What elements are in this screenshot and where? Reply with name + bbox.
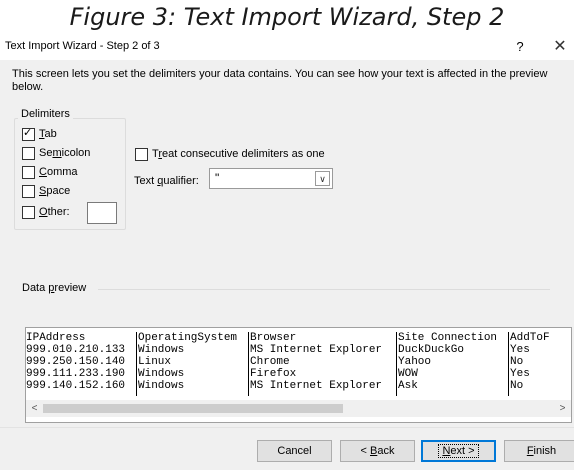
data-preview-divider — [98, 289, 550, 290]
treat-consecutive-checkbox-box[interactable] — [135, 147, 148, 161]
column-break-line[interactable] — [508, 332, 509, 396]
preview-cell: Windows — [138, 368, 185, 380]
text-qualifier-select[interactable]: " ∨ — [209, 168, 333, 189]
text-qualifier-value: " — [215, 171, 220, 185]
delimiters-group-label: Delimiters — [18, 108, 73, 120]
preview-cell: MS Internet Explorer — [250, 344, 383, 356]
text-import-wizard-dialog: Text Import Wizard - Step 2 of 3 ? ✕ Thi… — [0, 34, 574, 470]
preview-cell: MS Internet Explorer — [250, 380, 383, 392]
space-checkbox[interactable]: Space — [22, 183, 70, 199]
preview-cell: IPAddress — [26, 332, 86, 344]
preview-cell: WOW — [398, 368, 418, 380]
preview-cell: AddToF — [510, 332, 550, 344]
semicolon-checkbox[interactable]: Semicolon — [22, 145, 90, 161]
preview-cell: Chrome — [250, 356, 290, 368]
checkmark-icon: ✓ — [23, 125, 33, 139]
semicolon-checkbox-label: Semicolon — [39, 147, 91, 159]
comma-checkbox[interactable]: Comma — [22, 164, 78, 180]
preview-cell: Linux — [138, 356, 172, 368]
scroll-left-icon[interactable]: < — [26, 400, 43, 417]
comma-checkbox-label: Comma — [39, 166, 78, 178]
other-checkbox[interactable]: Other: — [22, 204, 70, 220]
column-break-line[interactable] — [248, 332, 249, 396]
next-button-label: Next > — [438, 444, 479, 458]
other-delimiter-input[interactable] — [87, 202, 117, 224]
preview-cell: No — [510, 356, 524, 368]
figure-caption: Figure 3: Text Import Wizard, Step 2 — [69, 3, 505, 31]
preview-cell: 999.140.152.160 — [26, 380, 126, 392]
text-qualifier-label: Text qualifier: — [134, 175, 199, 187]
preview-cell: 999.010.210.133 — [26, 344, 126, 356]
back-button[interactable]: < Back — [340, 440, 415, 462]
other-checkbox-box[interactable] — [22, 205, 35, 219]
treat-consecutive-label: Treat consecutive delimiters as one — [152, 148, 325, 160]
preview-cell: 999.250.150.140 — [26, 356, 126, 368]
horizontal-scroll-thumb[interactable] — [43, 404, 343, 413]
scroll-right-icon[interactable]: > — [554, 400, 571, 417]
help-button[interactable]: ? — [510, 37, 530, 57]
footer-divider — [0, 427, 574, 428]
preview-cell: DuckDuckGo — [398, 344, 465, 356]
close-button[interactable]: ✕ — [550, 37, 570, 57]
title-bar: Text Import Wizard - Step 2 of 3 ? ✕ — [0, 34, 574, 60]
intro-text: This screen lets you set the delimiters … — [12, 68, 548, 93]
data-preview-label: Data preview — [22, 282, 87, 294]
column-break-line[interactable] — [136, 332, 137, 396]
preview-cell: Windows — [138, 344, 185, 356]
preview-cell: Yahoo — [398, 356, 432, 368]
finish-button[interactable]: Finish — [504, 440, 574, 462]
window-title: Text Import Wizard - Step 2 of 3 — [5, 40, 160, 52]
preview-horizontal-scrollbar[interactable]: < > — [26, 400, 571, 417]
space-checkbox-box[interactable] — [22, 184, 35, 198]
preview-cell: 999.111.233.190 — [26, 368, 126, 380]
tab-checkbox-label: Tab — [39, 128, 57, 140]
other-checkbox-label: Other: — [39, 206, 70, 218]
space-checkbox-label: Space — [39, 185, 71, 197]
semicolon-checkbox-box[interactable] — [22, 146, 35, 160]
preview-cell: Ask — [398, 380, 418, 392]
preview-cell: Site Connection — [398, 332, 498, 344]
column-break-line[interactable] — [396, 332, 397, 396]
preview-cell: Yes — [510, 368, 530, 380]
data-preview-pane[interactable]: IPAddress OperatingSystem Browser Site C… — [25, 327, 572, 423]
treat-consecutive-checkbox[interactable]: Treat consecutive delimiters as one — [135, 146, 325, 162]
next-button[interactable]: Next > — [421, 440, 496, 462]
chevron-down-icon[interactable]: ∨ — [315, 171, 330, 186]
tab-checkbox-box[interactable]: ✓ — [22, 125, 35, 141]
preview-cell: Yes — [510, 344, 530, 356]
preview-cell: No — [510, 380, 524, 392]
preview-cell: Firefox — [250, 368, 297, 380]
comma-checkbox-box[interactable] — [22, 165, 35, 179]
preview-cell: Browser — [250, 332, 297, 344]
cancel-button[interactable]: Cancel — [257, 440, 332, 462]
tab-checkbox[interactable]: ✓ Tab — [22, 126, 57, 142]
preview-cell: OperatingSystem — [138, 332, 238, 344]
preview-cell: Windows — [138, 380, 185, 392]
